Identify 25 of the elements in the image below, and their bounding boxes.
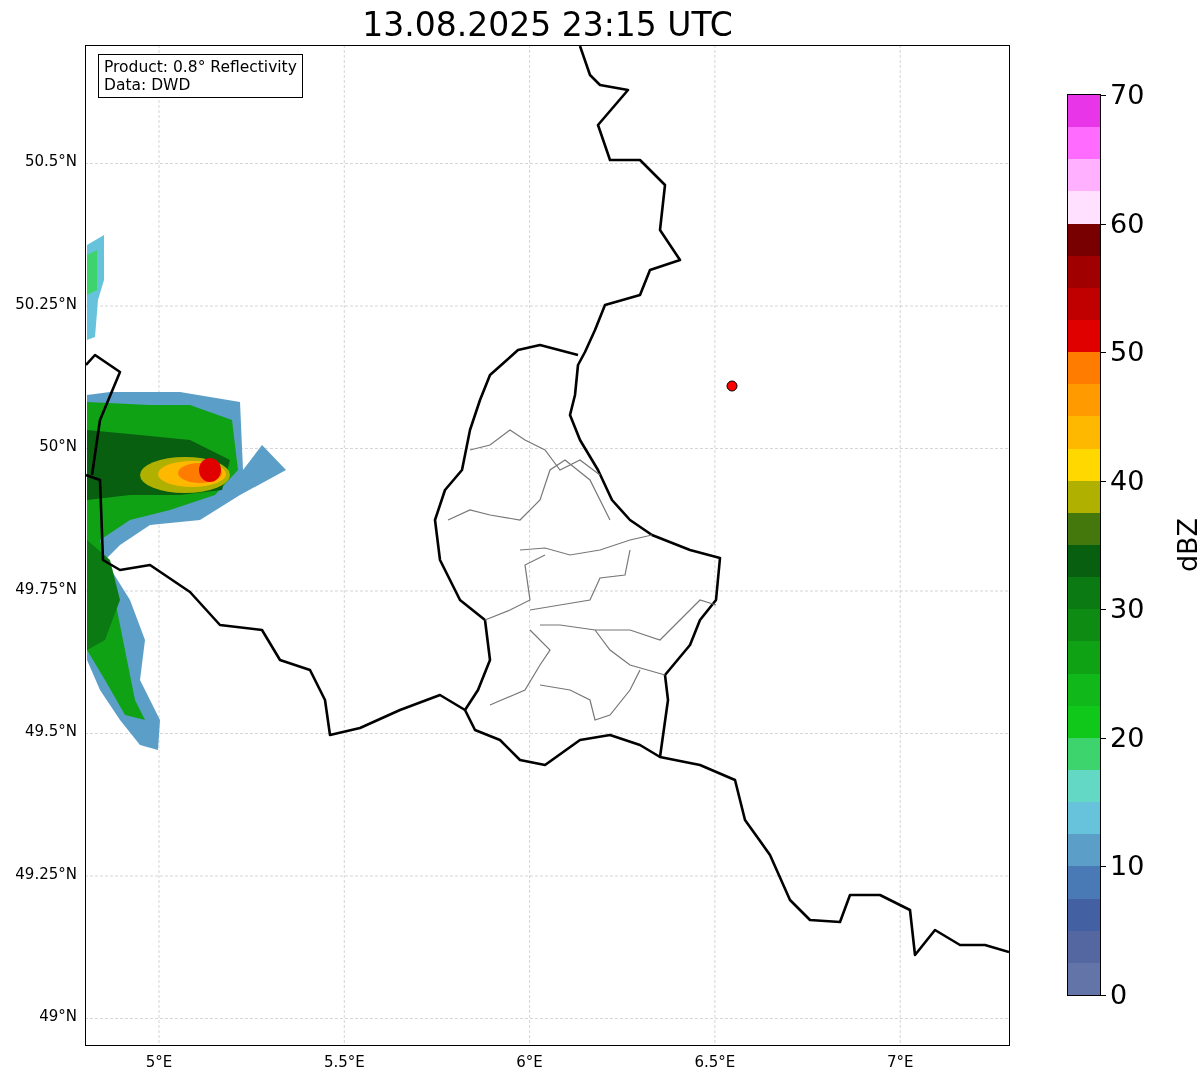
axis-tick-label: 49°N	[39, 1007, 77, 1025]
axis-tick-label: 7°E	[886, 1053, 914, 1071]
chart-title: 13.08.2025 23:15 UTC	[362, 5, 733, 45]
colorbar-tick-label: 0	[1110, 980, 1128, 1010]
axis-tick-label: 5.5°E	[323, 1053, 365, 1071]
axis-tick-label: 49.75°N	[15, 579, 77, 598]
axis-tick-label: 49.25°N	[15, 864, 77, 883]
colorbar-tick-label: 70	[1110, 80, 1145, 110]
axis-tick-label: 50.25°N	[15, 294, 77, 313]
axis-tick-label: 5°E	[145, 1053, 173, 1071]
colorbar-label: dBZ	[1173, 517, 1202, 573]
colorbar-tick-label: 20	[1110, 722, 1145, 753]
colorbar-tick-label: 40	[1110, 465, 1145, 496]
colorbar-tick-label: 30	[1110, 594, 1145, 625]
axis-tick-label: 50.5°N	[24, 152, 77, 170]
info-text: Product: 0.8° Reflectivity	[104, 58, 297, 76]
colorbar-tick-label: 10	[1110, 851, 1145, 882]
axis-tick-label: 50°N	[39, 437, 77, 455]
axis-tick-label: 6.5°E	[694, 1053, 736, 1071]
info-text: Data: DWD	[104, 76, 192, 94]
colorbar-tick-label: 50	[1110, 337, 1145, 368]
axis-tick-label: 6°E	[516, 1053, 543, 1071]
station-marker	[726, 380, 738, 392]
colorbar-tick-label: 60	[1110, 208, 1145, 239]
axis-tick-label: 49.5°N	[24, 722, 77, 740]
